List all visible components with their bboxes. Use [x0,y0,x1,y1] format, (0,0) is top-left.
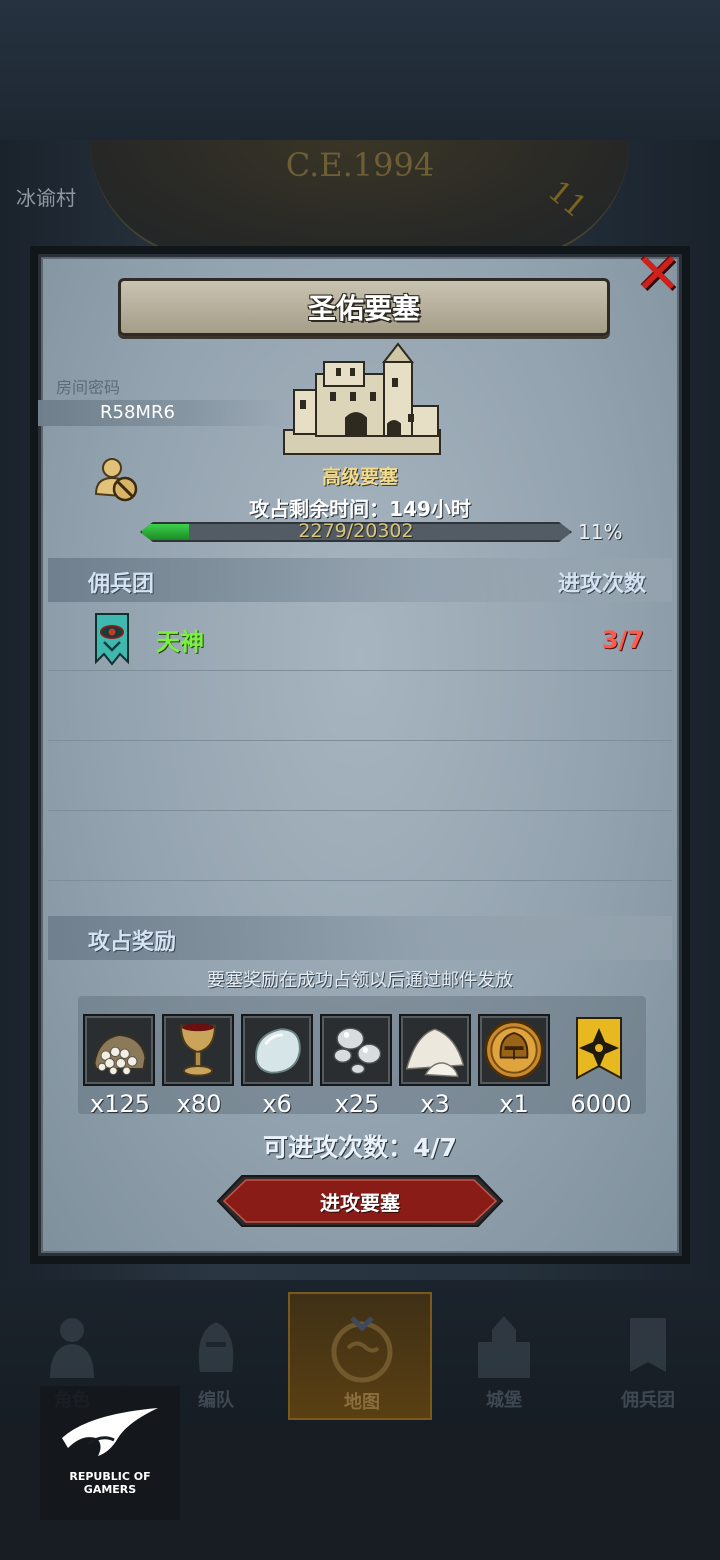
dialog-title: 圣佑要塞 [307,292,420,325]
grain-sack-icon [93,1033,147,1076]
nav-label: 地图 [344,1392,380,1413]
capture-progress-percent: 11% [578,520,623,544]
reward-quantity: x25 [334,1090,380,1118]
rog-logo-icon [62,1408,158,1456]
village-name: 冰谕村 [16,186,76,210]
reward-item[interactable] [478,1014,550,1086]
eye-banner-icon [95,613,129,666]
remaining-attacks: 可进攻次数：4/7 [263,1133,457,1162]
nav-label: 佣兵团 [621,1390,675,1411]
silver-ore-icon [333,1027,382,1075]
nav-item-castle[interactable]: 城堡 [432,1292,576,1420]
reward-quantity: x1 [499,1090,529,1118]
team-attack-count: 3/7 [601,626,644,654]
remaining-time: 攻占剩余时间：149小时 [249,497,471,521]
map-icon [331,1316,393,1383]
castle-icon [478,1316,530,1378]
attack-fortress-button[interactable]: 进攻要塞 [216,1174,504,1228]
reward-item[interactable] [320,1014,392,1086]
reward-item[interactable] [162,1014,234,1086]
nav-item-mercenary[interactable]: 佣兵团 [576,1292,720,1420]
background-top [0,0,720,140]
capture-progress-text: 2279/20302 [298,520,414,542]
row-divider [48,810,672,811]
reward-item[interactable] [241,1014,313,1086]
world-date: C.E.1994 [285,146,435,184]
row-divider [48,740,672,741]
reward-item[interactable] [83,1014,155,1086]
room-code[interactable]: R58MR6 [100,402,175,423]
attack-count-header: 进攻次数 [557,572,646,597]
close-button[interactable]: ✕ [632,247,684,303]
close-icon: ✕ [634,242,682,307]
title-banner: 圣佑要塞 [118,278,610,336]
reward-quantity: x3 [420,1090,450,1118]
reward-item[interactable] [565,1014,637,1086]
moonstone-icon [255,1028,301,1074]
formation-icon [198,1322,234,1372]
knight-helmet-coin-icon [484,1020,544,1080]
row-divider [48,670,672,671]
reward-quantity: x125 [89,1090,150,1118]
room-password-label: 房间密码 [56,378,121,397]
reward-header: 攻占奖励 [88,930,177,955]
mercenary-header: 佣兵团 [88,572,155,597]
reward-quantity: 6000 [570,1090,632,1118]
fortress-level: 高级要塞 [321,466,398,488]
reward-item[interactable] [399,1014,471,1086]
team-name[interactable]: 天神 [156,622,204,657]
character-icon [50,1318,94,1378]
row-divider [48,880,672,881]
honor-banner-icon [576,1017,622,1080]
reward-quantity: x80 [176,1090,222,1118]
reward-note: 要塞奖励在成功占领以后通过邮件发放 [207,970,513,991]
rog-text: REPUBLIC OF GAMERS [69,1470,151,1496]
fortress-image [283,342,441,455]
nav-label: 城堡 [486,1390,522,1411]
salt-pile-icon [405,1028,465,1078]
mercenary-icon [630,1318,666,1372]
nav-item-map[interactable]: 地图 [288,1292,432,1420]
attack-button-label: 进攻要塞 [320,1190,400,1215]
goblet-icon [180,1023,216,1077]
reward-quantity: x6 [262,1090,292,1118]
